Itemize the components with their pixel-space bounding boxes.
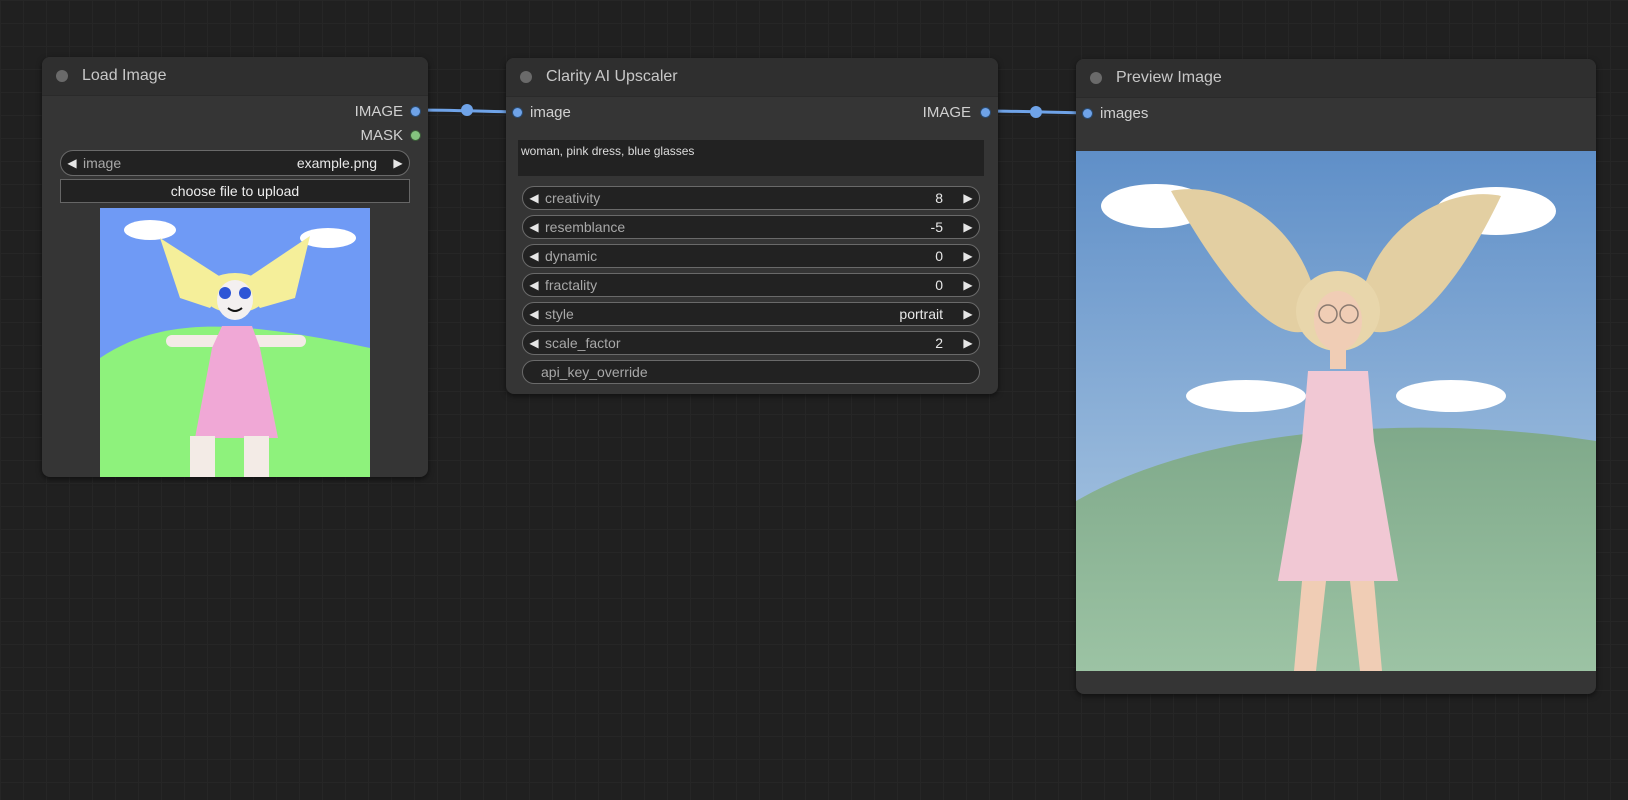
creativity-widget[interactable]: ◀ creativity 8 ▶ bbox=[522, 186, 980, 210]
widget-value: -5 bbox=[930, 219, 943, 235]
decrement-arrow-icon[interactable]: ◀ bbox=[523, 220, 545, 234]
widget-value: 2 bbox=[935, 335, 943, 351]
load-image-node[interactable]: Load Image IMAGE MASK ◀ image example.pn… bbox=[42, 57, 428, 477]
decrement-arrow-icon[interactable]: ◀ bbox=[523, 307, 545, 321]
decrement-arrow-icon[interactable]: ◀ bbox=[523, 336, 545, 350]
increment-arrow-icon[interactable]: ▶ bbox=[957, 278, 979, 292]
api-key-widget[interactable]: api_key_override bbox=[522, 360, 980, 384]
fractality-widget[interactable]: ◀ fractality 0 ▶ bbox=[522, 273, 980, 297]
preview-image bbox=[1076, 151, 1596, 671]
node-header[interactable]: Clarity AI Upscaler bbox=[506, 58, 998, 97]
input-slot-image[interactable]: image bbox=[513, 104, 571, 121]
link-midpoint-1 bbox=[461, 104, 473, 116]
scale-factor-widget[interactable]: ◀ scale_factor 2 ▶ bbox=[522, 331, 980, 355]
node-title: Clarity AI Upscaler bbox=[546, 68, 678, 85]
link-midpoint-2 bbox=[1030, 106, 1042, 118]
widget-value: example.png bbox=[296, 155, 377, 171]
increment-arrow-icon[interactable]: ▶ bbox=[957, 220, 979, 234]
input-dot-image[interactable] bbox=[513, 108, 522, 117]
output-slot-image[interactable]: IMAGE bbox=[355, 103, 420, 120]
collapse-toggle[interactable] bbox=[520, 71, 532, 83]
node-header[interactable]: Load Image bbox=[42, 57, 428, 96]
output-dot-image[interactable] bbox=[411, 107, 420, 116]
widget-label: api_key_override bbox=[541, 364, 648, 380]
output-label-image: IMAGE bbox=[354, 103, 403, 120]
output-slot-image[interactable]: IMAGE bbox=[923, 104, 990, 121]
clarity-upscaler-node[interactable]: Clarity AI Upscaler image IMAGE woman, p… bbox=[506, 58, 998, 394]
input-label-image: image bbox=[530, 104, 571, 121]
widget-label: dynamic bbox=[545, 248, 598, 264]
collapse-toggle[interactable] bbox=[1090, 72, 1102, 84]
loaded-image-thumbnail bbox=[100, 208, 370, 477]
increment-arrow-icon[interactable]: ▶ bbox=[957, 336, 979, 350]
prompt-textarea[interactable]: woman, pink dress, blue glasses bbox=[518, 140, 984, 176]
preview-image-node[interactable]: Preview Image images bbox=[1076, 59, 1596, 694]
output-label-mask: MASK bbox=[360, 127, 403, 144]
widget-label: scale_factor bbox=[545, 335, 621, 351]
input-dot-images[interactable] bbox=[1083, 109, 1092, 118]
widget-value: 0 bbox=[935, 248, 943, 264]
increment-arrow-icon[interactable]: ▶ bbox=[957, 191, 979, 205]
output-slot-mask[interactable]: MASK bbox=[360, 127, 420, 144]
output-dot-mask[interactable] bbox=[411, 131, 420, 140]
widget-label: creativity bbox=[545, 190, 601, 206]
node-title: Load Image bbox=[82, 67, 167, 84]
resemblance-widget[interactable]: ◀ resemblance -5 ▶ bbox=[522, 215, 980, 239]
node-header[interactable]: Preview Image bbox=[1076, 59, 1596, 98]
node-title: Preview Image bbox=[1116, 69, 1222, 86]
dynamic-widget[interactable]: ◀ dynamic 0 ▶ bbox=[522, 244, 980, 268]
increment-arrow-icon[interactable]: ▶ bbox=[957, 307, 979, 321]
decrement-arrow-icon[interactable]: ◀ bbox=[61, 156, 83, 170]
widget-label: image bbox=[83, 155, 122, 171]
widget-value: 8 bbox=[935, 190, 943, 206]
decrement-arrow-icon[interactable]: ◀ bbox=[523, 191, 545, 205]
decrement-arrow-icon[interactable]: ◀ bbox=[523, 249, 545, 263]
image-combo-widget[interactable]: ◀ image example.png ▶ bbox=[60, 150, 410, 176]
decrement-arrow-icon[interactable]: ◀ bbox=[523, 278, 545, 292]
widget-label: resemblance bbox=[545, 219, 626, 235]
input-label-images: images bbox=[1100, 105, 1149, 122]
widget-label: style bbox=[545, 306, 574, 322]
output-label-image: IMAGE bbox=[922, 104, 971, 121]
increment-arrow-icon[interactable]: ▶ bbox=[957, 249, 979, 263]
output-dot-image[interactable] bbox=[981, 108, 990, 117]
widget-value: portrait bbox=[899, 306, 943, 322]
increment-arrow-icon[interactable]: ▶ bbox=[387, 156, 409, 170]
widget-label: fractality bbox=[545, 277, 598, 293]
input-slot-images[interactable]: images bbox=[1083, 105, 1148, 122]
upload-button[interactable]: choose file to upload bbox=[60, 179, 410, 203]
widget-value: 0 bbox=[935, 277, 943, 293]
collapse-toggle[interactable] bbox=[56, 70, 68, 82]
style-widget[interactable]: ◀ style portrait ▶ bbox=[522, 302, 980, 326]
